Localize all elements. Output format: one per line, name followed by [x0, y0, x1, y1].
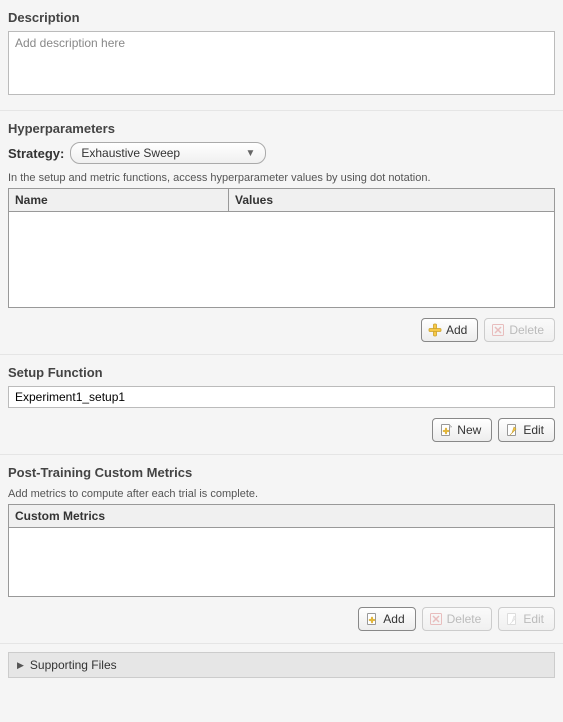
strategy-row: Strategy: Exhaustive Sweep ▼ — [8, 142, 555, 164]
description-title: Description — [8, 10, 555, 25]
hyperparameters-section: Hyperparameters Strategy: Exhaustive Swe… — [0, 111, 563, 355]
custom-metrics-body — [9, 528, 554, 596]
description-input[interactable] — [8, 31, 555, 95]
metrics-delete-label: Delete — [447, 612, 482, 626]
new-file-icon — [365, 612, 379, 626]
triangle-right-icon: ▶ — [17, 660, 24, 671]
description-section: Description — [0, 0, 563, 111]
strategy-dropdown[interactable]: Exhaustive Sweep ▼ — [70, 142, 266, 164]
setup-function-buttons: New Edit — [8, 418, 555, 442]
setup-function-section: Setup Function New Edit — [0, 355, 563, 455]
custom-metrics-table: Custom Metrics — [8, 504, 555, 597]
delete-icon — [429, 612, 443, 626]
metrics-edit-label: Edit — [523, 612, 544, 626]
supporting-files-panel[interactable]: ▶ Supporting Files — [8, 652, 555, 678]
new-label: New — [457, 423, 481, 437]
add-label: Add — [446, 323, 467, 337]
edit-file-icon — [505, 612, 519, 626]
setup-function-title: Setup Function — [8, 365, 555, 380]
supporting-files-title: Supporting Files — [30, 658, 117, 672]
custom-metrics-section: Post-Training Custom Metrics Add metrics… — [0, 455, 563, 644]
table-body — [9, 212, 554, 307]
edit-button[interactable]: Edit — [498, 418, 555, 442]
strategy-value: Exhaustive Sweep — [81, 146, 180, 160]
table-header: Name Values — [9, 189, 554, 212]
delete-button: Delete — [484, 318, 555, 342]
delete-icon — [491, 323, 505, 337]
metrics-add-label: Add — [383, 612, 404, 626]
setup-function-input[interactable] — [8, 386, 555, 408]
custom-metrics-title: Post-Training Custom Metrics — [8, 465, 555, 480]
new-button[interactable]: New — [432, 418, 492, 442]
col-values: Values — [229, 189, 554, 211]
hyperparameters-buttons: Add Delete — [8, 318, 555, 342]
hyperparameters-title: Hyperparameters — [8, 121, 555, 136]
metrics-edit-button: Edit — [498, 607, 555, 631]
new-file-icon — [439, 423, 453, 437]
metrics-delete-button: Delete — [422, 607, 493, 631]
col-name: Name — [9, 189, 229, 211]
chevron-down-icon: ▼ — [245, 148, 255, 159]
hyperparameters-hint: In the setup and metric functions, acces… — [8, 172, 555, 184]
add-button[interactable]: Add — [421, 318, 478, 342]
custom-metrics-header: Custom Metrics — [9, 505, 554, 528]
metrics-add-button[interactable]: Add — [358, 607, 415, 631]
delete-label: Delete — [509, 323, 544, 337]
custom-metrics-hint: Add metrics to compute after each trial … — [8, 488, 555, 500]
hyperparameters-table: Name Values — [8, 188, 555, 308]
edit-file-icon — [505, 423, 519, 437]
custom-metrics-buttons: Add Delete Edit — [8, 607, 555, 631]
edit-label: Edit — [523, 423, 544, 437]
strategy-label: Strategy: — [8, 146, 64, 161]
plus-icon — [428, 323, 442, 337]
